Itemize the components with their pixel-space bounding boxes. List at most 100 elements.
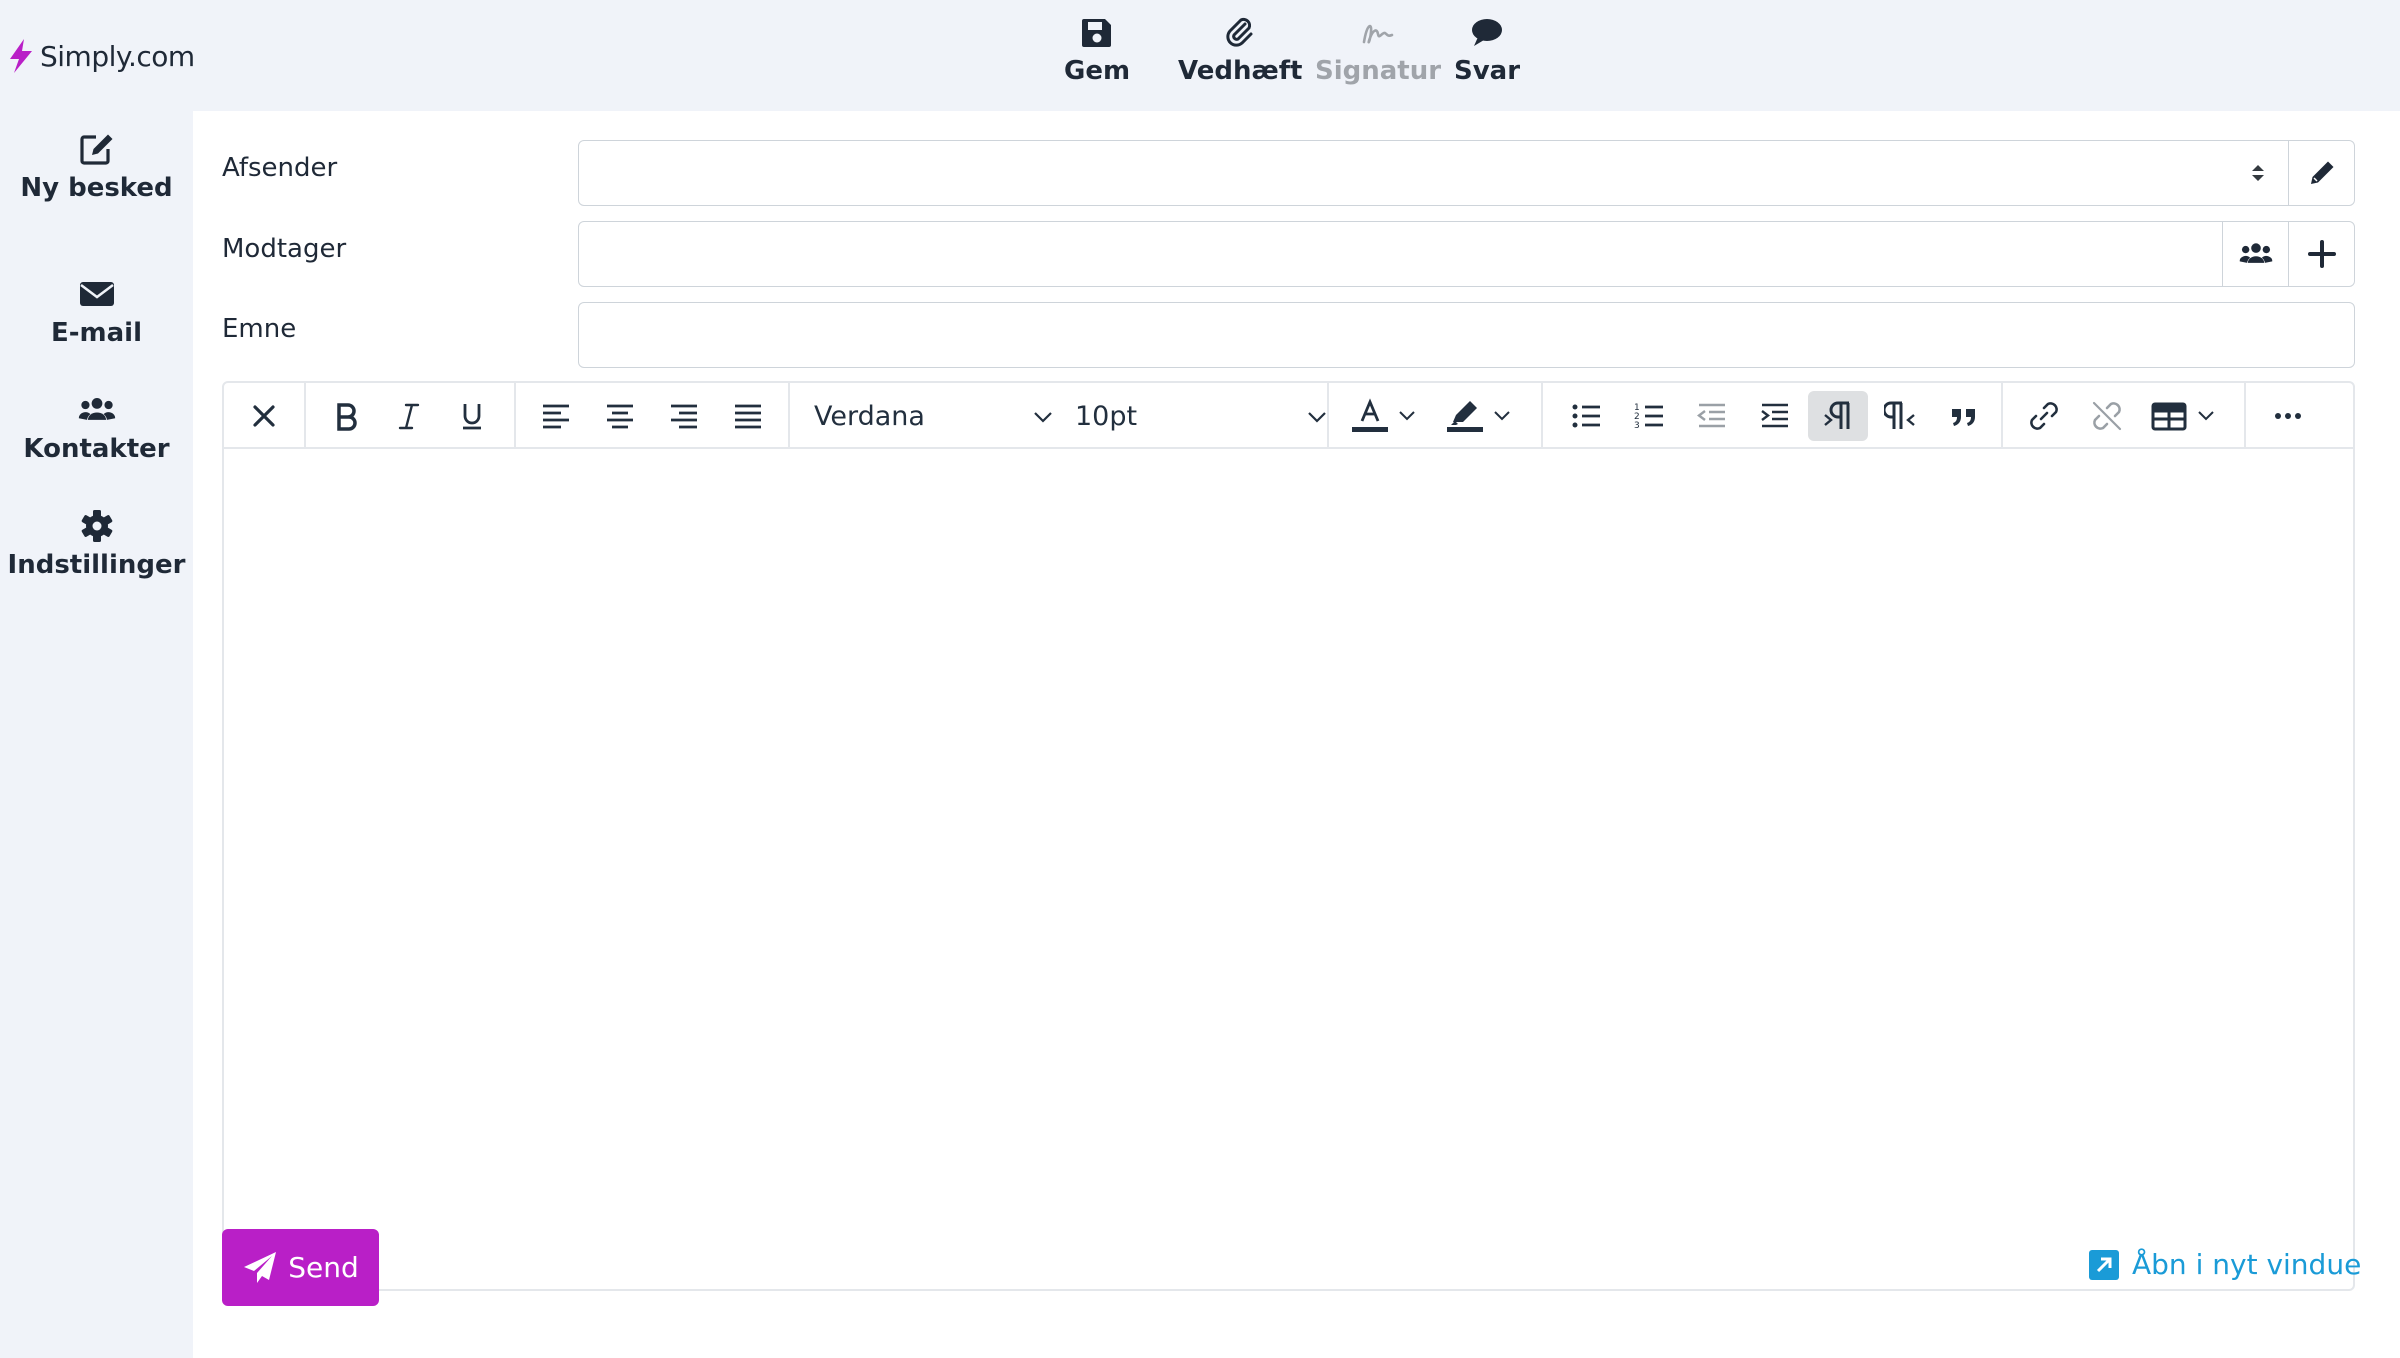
sender-label: Afsender bbox=[222, 153, 338, 183]
remove-link-button[interactable] bbox=[2077, 391, 2137, 441]
chevron-down-icon bbox=[1034, 412, 1052, 423]
select-arrows-icon bbox=[2252, 165, 2264, 181]
svg-text:3: 3 bbox=[1634, 421, 1640, 431]
font-size-select[interactable]: 10pt bbox=[1075, 391, 1328, 441]
chevron-down-icon bbox=[1494, 411, 1510, 421]
indent-button[interactable] bbox=[1745, 391, 1805, 441]
compose-panel: Afsender Modtager Emne Verdana 10pt 1 2 … bbox=[193, 111, 2400, 1358]
insert-link-button[interactable] bbox=[2014, 391, 2074, 441]
clear-format-button[interactable] bbox=[234, 391, 294, 441]
bullet-list-button[interactable] bbox=[1556, 391, 1616, 441]
sidebar: Ny besked E-mail Kontakter Indstillinger bbox=[0, 111, 193, 1358]
sidebar-item-label: E-mail bbox=[50, 318, 142, 348]
numbered-list-button[interactable]: 1 2 3 bbox=[1619, 391, 1679, 441]
paper-plane-icon bbox=[244, 1251, 277, 1283]
sidebar-item-label: Indstillinger bbox=[7, 550, 186, 580]
chevron-down-icon bbox=[1308, 412, 1326, 423]
open-in-new-window-link[interactable]: Åbn i nyt vindue bbox=[2088, 1248, 2361, 1281]
more-options-button[interactable] bbox=[2258, 391, 2318, 441]
subject-label: Emne bbox=[222, 314, 297, 344]
chevron-down-icon bbox=[1399, 411, 1415, 421]
toolbar-divider bbox=[1541, 383, 1543, 447]
edit-icon bbox=[79, 134, 112, 165]
text-color-icon bbox=[1352, 398, 1388, 432]
toolbar-divider bbox=[2001, 383, 2003, 447]
align-left-button[interactable] bbox=[526, 391, 586, 441]
recipient-input[interactable] bbox=[578, 221, 2355, 287]
outdent-button[interactable] bbox=[1682, 391, 1742, 441]
paperclip-icon bbox=[1226, 17, 1253, 47]
underline-icon bbox=[463, 404, 481, 430]
link-icon bbox=[2030, 402, 2058, 430]
unlink-icon bbox=[2092, 401, 2122, 431]
paragraph-ltr-icon bbox=[1824, 401, 1850, 429]
signature-button[interactable]: Signatur bbox=[1315, 16, 1441, 96]
editor-toolbar: Verdana 10pt 1 2 3 bbox=[224, 383, 2353, 449]
italic-icon bbox=[398, 403, 420, 430]
toolbar-divider bbox=[2244, 383, 2246, 447]
indent-icon bbox=[1761, 403, 1788, 428]
plus-icon bbox=[2307, 240, 2336, 268]
envelope-icon bbox=[79, 282, 114, 306]
close-icon bbox=[253, 405, 275, 427]
text-color-button[interactable] bbox=[1351, 391, 1417, 441]
sidebar-item-label: Ny besked bbox=[20, 173, 173, 203]
chevron-down-icon bbox=[2198, 411, 2214, 421]
sender-select[interactable] bbox=[578, 140, 2355, 206]
more-dots-icon bbox=[2275, 413, 2301, 419]
bold-button[interactable] bbox=[316, 391, 376, 441]
toolbar-divider bbox=[514, 383, 516, 447]
save-label: Gem bbox=[1064, 56, 1131, 86]
users-icon bbox=[2239, 243, 2272, 263]
toolbar-divider bbox=[1327, 383, 1329, 447]
subject-input[interactable] bbox=[578, 302, 2355, 368]
font-size-value: 10pt bbox=[1075, 400, 1138, 432]
attach-label: Vedhæft bbox=[1178, 56, 1303, 86]
bullet-list-icon bbox=[1572, 404, 1600, 428]
save-button[interactable]: Gem bbox=[1064, 16, 1130, 96]
floppy-disk-icon bbox=[1082, 19, 1112, 47]
align-center-icon bbox=[607, 404, 633, 429]
align-right-button[interactable] bbox=[654, 391, 714, 441]
send-label: Send bbox=[288, 1251, 359, 1284]
rich-text-editor: Verdana 10pt 1 2 3 bbox=[222, 381, 2355, 1291]
align-center-button[interactable] bbox=[590, 391, 650, 441]
table-icon bbox=[2151, 402, 2187, 431]
align-justify-button[interactable] bbox=[718, 391, 778, 441]
toolbar-divider bbox=[788, 383, 790, 447]
attach-button[interactable]: Vedhæft bbox=[1178, 16, 1302, 96]
highlighter-icon bbox=[1447, 401, 1483, 432]
align-right-icon bbox=[671, 404, 697, 429]
pencil-icon bbox=[2310, 161, 2333, 184]
signature-icon bbox=[1362, 24, 1394, 44]
blockquote-button[interactable] bbox=[1934, 391, 1994, 441]
underline-button[interactable] bbox=[442, 391, 502, 441]
ltr-direction-button[interactable] bbox=[1808, 391, 1868, 441]
italic-button[interactable] bbox=[379, 391, 439, 441]
editor-content-area[interactable] bbox=[224, 449, 2353, 1289]
pick-contacts-button[interactable] bbox=[2222, 222, 2288, 286]
toolbar-divider bbox=[304, 383, 306, 447]
sidebar-item-contacts[interactable]: Kontakter bbox=[0, 392, 193, 464]
signature-label: Signatur bbox=[1315, 56, 1442, 86]
edit-sender-button[interactable] bbox=[2288, 141, 2354, 205]
reply-button[interactable]: Svar bbox=[1454, 16, 1520, 96]
paragraph-rtl-icon bbox=[1884, 401, 1915, 429]
align-justify-icon bbox=[735, 404, 761, 429]
insert-table-button[interactable] bbox=[2150, 391, 2216, 441]
top-toolbar: Gem Vedhæft Signatur Svar bbox=[0, 0, 2400, 111]
send-button[interactable]: Send bbox=[222, 1229, 379, 1306]
align-left-icon bbox=[543, 404, 569, 429]
font-family-value: Verdana bbox=[814, 400, 925, 432]
sidebar-item-new-message[interactable]: Ny besked bbox=[0, 131, 193, 203]
gear-icon bbox=[81, 510, 112, 542]
font-family-select[interactable]: Verdana bbox=[814, 391, 1054, 441]
add-recipient-button[interactable] bbox=[2288, 222, 2354, 286]
sidebar-item-email[interactable]: E-mail bbox=[0, 276, 193, 348]
sidebar-item-label: Kontakter bbox=[23, 434, 170, 464]
rtl-direction-button[interactable] bbox=[1871, 391, 1931, 441]
external-window-icon bbox=[2089, 1249, 2119, 1280]
numbered-list-icon: 1 2 3 bbox=[1634, 403, 1663, 431]
sidebar-item-settings[interactable]: Indstillinger bbox=[0, 508, 193, 580]
highlight-color-button[interactable] bbox=[1446, 391, 1512, 441]
